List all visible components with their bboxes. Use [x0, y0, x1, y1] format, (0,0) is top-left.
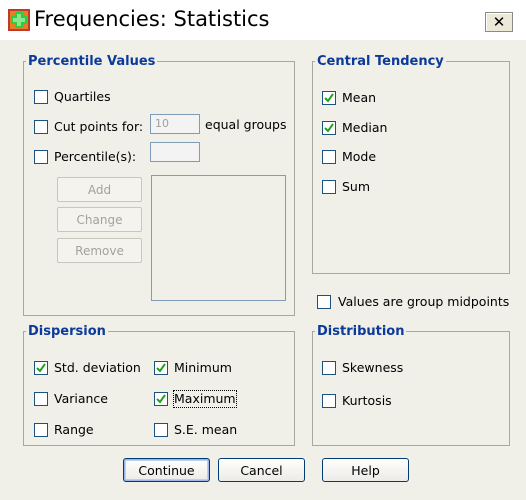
maximum-checkbox[interactable] [154, 392, 168, 406]
mode-label: Mode [342, 149, 377, 164]
cut-points-label: Cut points for: [54, 119, 144, 134]
quartiles-label: Quartiles [54, 89, 111, 104]
std-deviation-label: Std. deviation [54, 360, 141, 375]
central-tendency-legend: Central Tendency [317, 54, 444, 69]
percentile-input[interactable] [150, 142, 200, 162]
median-label: Median [342, 120, 388, 135]
percentile-list[interactable] [151, 175, 286, 301]
se-mean-checkbox[interactable] [154, 423, 168, 437]
dispersion-legend: Dispersion [28, 324, 106, 339]
percentile-values-legend: Percentile Values [28, 54, 156, 69]
remove-button[interactable]: Remove [57, 238, 142, 263]
group-midpoints-label: Values are group midpoints [338, 294, 510, 309]
distribution-group: Distribution [312, 324, 510, 446]
help-button[interactable]: Help [322, 458, 409, 482]
std-deviation-checkbox[interactable] [34, 361, 48, 375]
continue-button[interactable]: Continue [123, 458, 210, 482]
kurtosis-label: Kurtosis [342, 393, 392, 408]
minimum-checkbox[interactable] [154, 361, 168, 375]
distribution-legend: Distribution [317, 324, 405, 339]
mode-checkbox[interactable] [322, 150, 336, 164]
skewness-label: Skewness [342, 360, 404, 375]
cut-points-input[interactable]: 10 [150, 114, 200, 134]
percentiles-checkbox[interactable] [34, 150, 48, 164]
change-button[interactable]: Change [57, 207, 142, 232]
quartiles-checkbox[interactable] [34, 90, 48, 104]
percentiles-label: Percentile(s): [54, 149, 137, 164]
checkmark-icon [324, 93, 334, 103]
spss-app-icon [8, 9, 30, 31]
title-bar: Frequencies: Statistics ✕ [0, 0, 526, 40]
minimum-label: Minimum [174, 360, 232, 375]
checkmark-icon [156, 363, 166, 373]
median-checkbox[interactable] [322, 121, 336, 135]
mean-checkbox[interactable] [322, 91, 336, 105]
range-checkbox[interactable] [34, 423, 48, 437]
close-icon: ✕ [492, 13, 506, 31]
range-label: Range [54, 422, 94, 437]
close-button[interactable]: ✕ [485, 12, 513, 32]
cancel-button[interactable]: Cancel [218, 458, 305, 482]
skewness-checkbox[interactable] [322, 361, 336, 375]
group-midpoints-checkbox[interactable] [317, 295, 331, 309]
equal-groups-label: equal groups [205, 117, 287, 132]
sum-label: Sum [342, 179, 371, 194]
add-button[interactable]: Add [57, 177, 142, 202]
checkmark-icon [36, 363, 46, 373]
variance-checkbox[interactable] [34, 392, 48, 406]
variance-label: Variance [54, 391, 108, 406]
checkmark-icon [156, 394, 166, 404]
sum-checkbox[interactable] [322, 180, 336, 194]
window-title: Frequencies: Statistics [34, 7, 270, 31]
mean-label: Mean [342, 90, 377, 105]
dialog-body: Percentile Values Quartiles Cut points f… [0, 40, 526, 500]
cut-points-checkbox[interactable] [34, 120, 48, 134]
se-mean-label: S.E. mean [174, 422, 238, 437]
maximum-label: Maximum [173, 390, 237, 408]
kurtosis-checkbox[interactable] [322, 394, 336, 408]
checkmark-icon [324, 123, 334, 133]
